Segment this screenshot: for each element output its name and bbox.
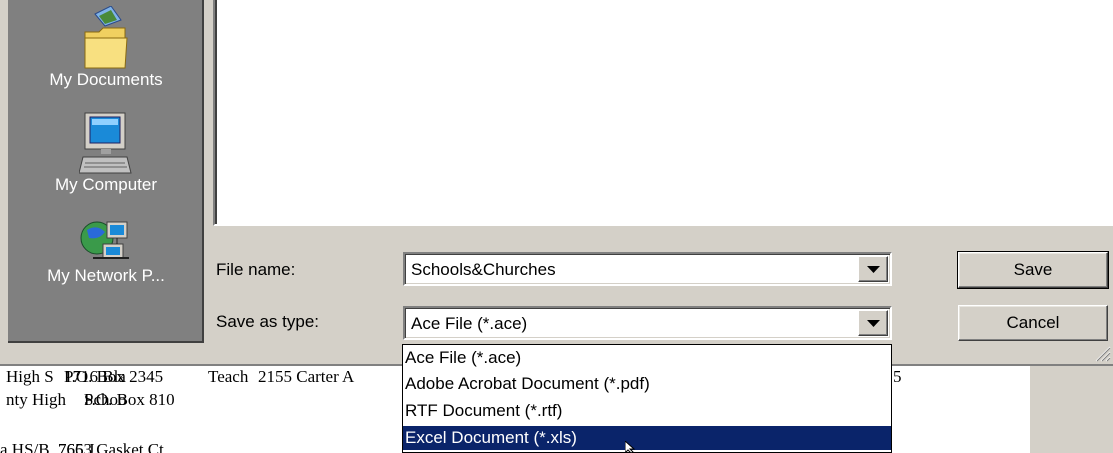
doc-line-1-col-c: Teach: [208, 367, 249, 386]
doc-overlap-2: Schoo: [84, 390, 127, 409]
places-item-label: My Network P...: [47, 266, 165, 285]
cancel-button[interactable]: Cancel: [958, 305, 1108, 341]
doc-line-1-col-e: 5: [893, 367, 902, 386]
chevron-down-icon: [867, 266, 880, 273]
file-name-value[interactable]: Schools&Churches: [411, 259, 556, 281]
doc-line-1-col-d: 2155 Carter A: [258, 367, 355, 386]
dropdown-option[interactable]: RTF Document (*.rtf): [403, 399, 891, 423]
doc-line-3-col-a: a HS/B: [0, 440, 50, 453]
chevron-down-icon: [867, 320, 880, 327]
save-button[interactable]: Save: [957, 251, 1109, 289]
save-as-type-label: Save as type:: [216, 312, 320, 331]
places-item-my-network[interactable]: My Network P...: [8, 218, 204, 286]
background-window-strip: [1030, 366, 1113, 453]
mouse-cursor-icon: [625, 441, 636, 453]
file-list-pane[interactable]: [213, 0, 1113, 226]
resize-grip-icon[interactable]: [1093, 344, 1111, 362]
doc-overlap-1: 1716 Bla: [64, 367, 126, 386]
save-as-type-dropdown-button[interactable]: [858, 310, 888, 336]
places-item-my-computer[interactable]: My Computer: [8, 111, 204, 195]
network-places-icon: [80, 221, 129, 259]
save-as-dialog: My Documents My Computer My Network P...…: [0, 0, 1113, 366]
places-bar: My Documents My Computer My Network P...: [8, 0, 204, 343]
save-as-type-dropdown-list[interactable]: Ace File (*.ace) Adobe Acrobat Document …: [402, 344, 892, 453]
dropdown-option[interactable]: Adobe Acrobat Document (*.pdf): [403, 372, 891, 396]
file-name-combo[interactable]: Schools&Churches: [403, 252, 892, 286]
doc-line-2-col-a: nty High: [6, 390, 66, 409]
places-item-label: My Documents: [49, 70, 163, 89]
places-item-label: My Computer: [54, 175, 158, 194]
computer-icon: [79, 112, 132, 174]
places-item-my-documents[interactable]: My Documents: [8, 6, 204, 90]
doc-line-1-col-a: High S: [6, 367, 54, 386]
save-as-type-value: Ace File (*.ace): [411, 314, 528, 333]
folder-documents-icon: [84, 6, 128, 69]
file-name-dropdown-button[interactable]: [858, 256, 888, 282]
dropdown-option[interactable]: Ace File (*.ace): [403, 346, 891, 370]
file-name-label: File name:: [216, 260, 296, 279]
save-as-type-combo[interactable]: Ace File (*.ace): [403, 306, 892, 340]
dropdown-option-selected[interactable]: Excel Document (*.xls): [403, 426, 891, 450]
doc-overlap-3: 765 J: [58, 440, 95, 453]
